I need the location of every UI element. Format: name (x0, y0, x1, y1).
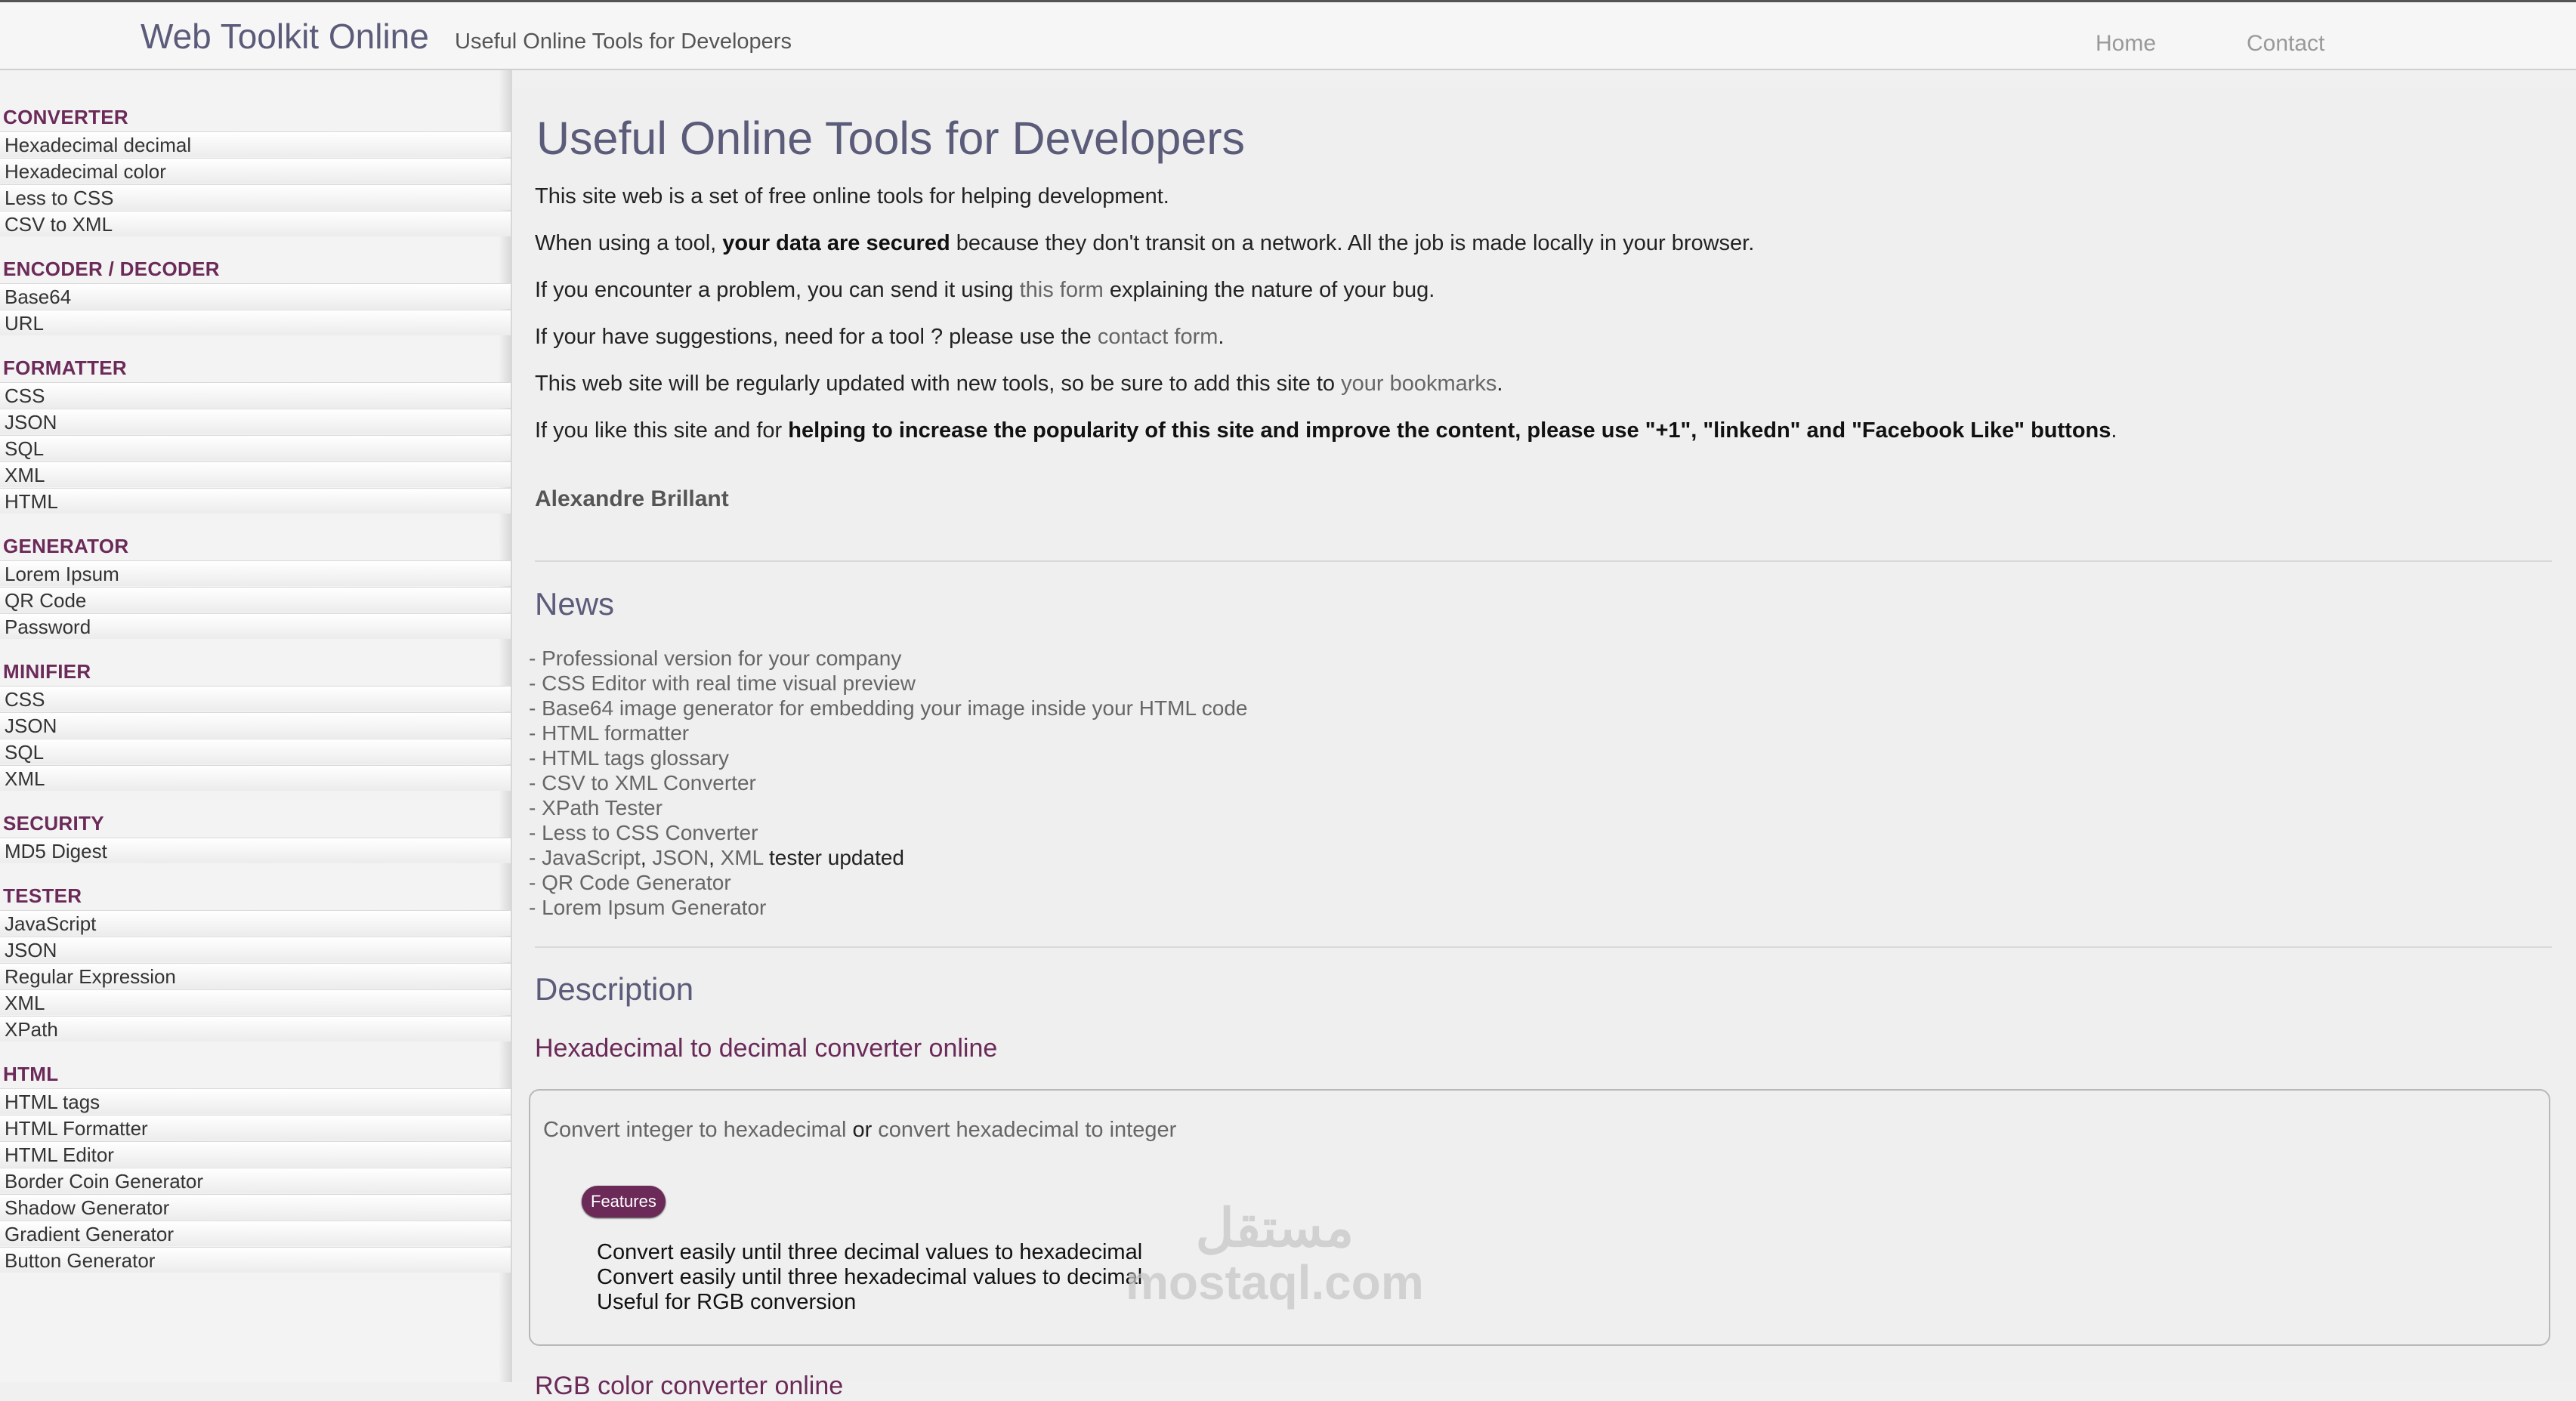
sidebar-item[interactable]: JSON (0, 712, 511, 738)
convert-line: Convert integer to hexadecimal or conver… (543, 1118, 1177, 1142)
secure-bold: your data are secured (722, 231, 950, 255)
rgb-converter-subheading[interactable]: RGB color converter online (535, 1372, 843, 1401)
sidebar-category-heading: TESTER (3, 884, 82, 907)
nav-contact-link[interactable]: Contact (2247, 31, 2324, 57)
suggest-paragraph: If your have suggestions, need for a too… (535, 325, 1225, 349)
like-bold: helping to increase the popularity of th… (788, 418, 2111, 443)
sidebar-item[interactable]: Gradient Generator (0, 1220, 511, 1246)
convert-hex-to-int-link[interactable]: convert hexadecimal to integer (878, 1118, 1176, 1142)
sidebar-item[interactable]: JavaScript (0, 910, 511, 936)
bookmarks-link[interactable]: your bookmarks (1341, 372, 1496, 396)
author-name: Alexandre Brillant (535, 486, 729, 511)
problem-paragraph: If you encounter a problem, you can send… (535, 278, 1435, 302)
sidebar-category-heading: GENERATOR (3, 535, 129, 557)
hex-converter-subheading[interactable]: Hexadecimal to decimal converter online (535, 1034, 997, 1063)
sidebar-item[interactable]: Lorem Ipsum (0, 560, 511, 586)
sidebar-item[interactable]: Shadow Generator (0, 1194, 511, 1220)
description-box: Convert integer to hexadecimal or conver… (529, 1089, 2550, 1346)
sidebar-item[interactable]: URL (0, 310, 511, 335)
sidebar-item[interactable]: QR Code (0, 587, 511, 613)
sidebar-category-heading: MINIFIER (3, 660, 91, 683)
page-title: Useful Online Tools for Developers (536, 113, 1246, 164)
news-heading: News (535, 586, 615, 622)
sidebar-item[interactable]: XPath (0, 1016, 511, 1041)
nav-home-link[interactable]: Home (2096, 31, 2156, 57)
divider (535, 560, 2552, 562)
sidebar-item[interactable]: XML (0, 461, 511, 487)
news-link-xml[interactable]: XML (721, 846, 764, 869)
sidebar-item[interactable]: XML (0, 765, 511, 791)
sidebar-category-heading: ENCODER / DECODER (3, 258, 220, 280)
sidebar-item[interactable]: HTML Formatter (0, 1115, 511, 1140)
news-link-javascript[interactable]: JavaScript (542, 846, 641, 869)
sidebar: CONVERTER Hexadecimal decimal Hexadecimal … (0, 70, 512, 1382)
updated-paragraph: This web site will be regularly updated … (535, 372, 1503, 396)
sidebar-item[interactable]: Hexadecimal color (0, 158, 511, 184)
news-item[interactable]: - Base64 image generator for embedding y… (529, 696, 1247, 721)
sidebar-item[interactable]: Password (0, 613, 511, 639)
sidebar-item[interactable]: SQL (0, 739, 511, 764)
news-item[interactable]: - Professional version for your company (529, 646, 901, 671)
feature-item: Convert easily until three decimal value… (597, 1240, 1143, 1264)
news-item-lorem-ipsum[interactable]: - Lorem Ipsum Generator (529, 896, 766, 920)
main-content: Useful Online Tools for Developers This … (514, 88, 2576, 1400)
news-link-json[interactable]: JSON (652, 846, 709, 869)
sidebar-item[interactable]: SQL (0, 435, 511, 461)
convert-int-to-hex-link[interactable]: Convert integer to hexadecimal (543, 1118, 846, 1142)
sidebar-item[interactable]: CSS (0, 382, 511, 408)
watermark-latin: mostaql.com (1126, 1255, 1424, 1310)
divider (535, 946, 2552, 948)
sidebar-item[interactable]: Base64 (0, 283, 511, 309)
sidebar-item[interactable]: Hexadecimal decimal (0, 131, 511, 157)
sidebar-item[interactable]: CSV to XML (0, 211, 511, 236)
description-heading: Description (535, 971, 694, 1007)
feature-item: Useful for RGB conversion (597, 1290, 857, 1314)
site-header: Web Toolkit Online Useful Online Tools f… (0, 0, 2576, 70)
sidebar-item[interactable]: HTML Editor (0, 1141, 511, 1167)
this-form-link[interactable]: this form (1020, 278, 1104, 302)
sidebar-item[interactable]: Regular Expression (0, 963, 511, 989)
watermark-arabic: مستقل (1195, 1199, 1354, 1258)
news-item[interactable]: - HTML tags glossary (529, 746, 729, 770)
news-item[interactable]: - CSS Editor with real time visual previ… (529, 671, 916, 696)
sidebar-item[interactable]: Less to CSS (0, 184, 511, 210)
watermark-logo: مستقل mostaql.com (1126, 1201, 1424, 1310)
news-item[interactable]: - XPath Tester (529, 796, 663, 820)
intro-paragraph: This site web is a set of free online to… (535, 184, 1169, 208)
secure-paragraph: When using a tool, your data are secured… (535, 231, 1755, 255)
sidebar-category-heading: CONVERTER (3, 106, 128, 128)
sidebar-item[interactable]: CSS (0, 686, 511, 711)
news-item[interactable]: - CSV to XML Converter (529, 771, 756, 795)
site-tagline: Useful Online Tools for Developers (455, 29, 792, 54)
contact-form-link[interactable]: contact form (1098, 325, 1219, 349)
sidebar-item[interactable]: XML (0, 989, 511, 1015)
feature-item: Convert easily until three hexadecimal v… (597, 1265, 1143, 1289)
sidebar-category-heading: SECURITY (3, 812, 104, 835)
news-item-tester-updated: - JavaScript, JSON, XML tester updated (529, 846, 904, 869)
sidebar-category-heading: HTML (3, 1063, 59, 1085)
sidebar-category-heading: FORMATTER (3, 356, 127, 379)
sidebar-item[interactable]: JSON (0, 409, 511, 434)
sidebar-item[interactable]: HTML (0, 488, 511, 514)
news-item-qr-code[interactable]: - QR Code Generator (529, 871, 731, 895)
site-brand[interactable]: Web Toolkit Online (141, 16, 429, 57)
sidebar-item[interactable]: JSON (0, 937, 511, 962)
news-item[interactable]: - HTML formatter (529, 721, 689, 745)
news-item[interactable]: - Less to CSS Converter (529, 821, 758, 845)
sidebar-item[interactable]: Button Generator (0, 1247, 511, 1273)
like-paragraph: If you like this site and for helping to… (535, 418, 2117, 443)
features-badge: Features (582, 1186, 666, 1217)
sidebar-item[interactable]: HTML tags (0, 1088, 511, 1114)
sidebar-item[interactable]: MD5 Digest (0, 838, 511, 863)
sidebar-item[interactable]: Border Coin Generator (0, 1168, 511, 1193)
